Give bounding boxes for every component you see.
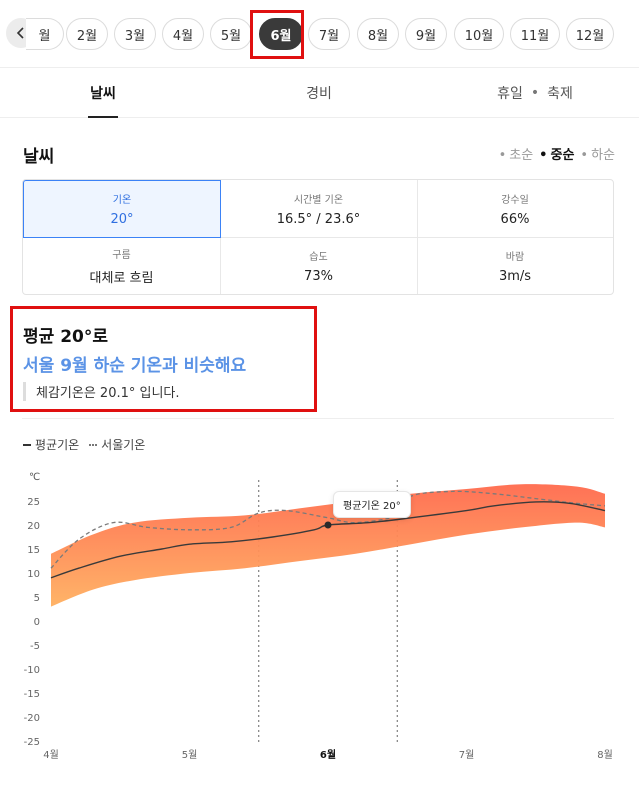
stat-value: 66%: [500, 211, 530, 227]
stat-label: 구름: [112, 249, 131, 261]
month-pill-2[interactable]: 2월: [66, 18, 108, 50]
stat-label: 습도: [309, 251, 328, 263]
month-pill-10[interactable]: 10월: [454, 18, 504, 50]
y-axis-unit: ℃: [29, 472, 40, 483]
y-tick-label: -5: [30, 641, 40, 652]
month-pill-11[interactable]: 11월: [510, 18, 560, 50]
stat-label: 기온: [112, 195, 132, 206]
tab-holiday-festival[interactable]: 휴일 • 축제: [460, 68, 610, 118]
highlight-point: [324, 521, 332, 529]
y-tick-label: -25: [24, 737, 40, 748]
y-tick-label: -10: [24, 665, 40, 676]
stat-cloud[interactable]: 구름 대체로 흐림: [23, 237, 220, 294]
period-late[interactable]: • 하순: [580, 144, 615, 163]
chart-legend: 평균기온 서울기온: [23, 436, 145, 453]
y-tick-label: -15: [24, 689, 40, 700]
stat-value: 20°: [110, 212, 134, 227]
period-mid[interactable]: • 중순: [539, 144, 574, 163]
month-pill-6[interactable]: 6월: [259, 18, 303, 50]
month-pill-9[interactable]: 9월: [405, 18, 447, 50]
category-tabs: 날씨 경비 휴일 • 축제: [0, 68, 639, 118]
weather-section-title: 날씨: [23, 147, 55, 167]
stat-rain-days[interactable]: 강수일 66%: [417, 180, 613, 237]
month-pill-3[interactable]: 3월: [114, 18, 156, 50]
month-pill-1[interactable]: 월: [26, 18, 64, 50]
tab-separator-dot: •: [530, 85, 540, 101]
month-selector: 월 2월 3월 4월 5월 6월 7월 8월 9월 10월 11월 12월: [0, 0, 639, 68]
y-tick-label: 5: [34, 593, 40, 604]
tab-weather[interactable]: 날씨: [40, 68, 166, 118]
legend-label: 서울기온: [101, 438, 146, 452]
y-tick-label: 25: [27, 497, 40, 508]
tab-holiday-label: 휴일: [497, 86, 523, 102]
stat-value: 3m/s: [498, 268, 532, 284]
legend-item-average: 평균기온: [23, 436, 79, 453]
legend-label: 평균기온: [35, 438, 80, 452]
stat-temperature[interactable]: 기온 20°: [23, 180, 221, 238]
month-pill-7[interactable]: 7월: [308, 18, 350, 50]
period-switch: • 초순 • 중순 • 하순: [499, 144, 615, 163]
summary-average: 평균 20°로: [23, 327, 108, 347]
period-early[interactable]: • 초순: [499, 144, 534, 163]
stat-value: 대체로 흐림: [89, 270, 154, 286]
stat-label: 바람: [505, 251, 525, 263]
y-tick-label: 10: [27, 569, 40, 580]
x-tick-label: 7월: [459, 749, 475, 760]
x-tick-label: 8월: [597, 749, 613, 760]
legend-item-seoul: 서울기온: [89, 436, 145, 453]
section-divider: [22, 418, 614, 419]
stat-humidity[interactable]: 습도 73%: [220, 237, 417, 294]
summary-feels-like: 체감기온은 20.1° 입니다.: [23, 382, 303, 401]
stat-label: 시간별 기온: [293, 194, 344, 206]
month-pill-12[interactable]: 12월: [566, 18, 614, 50]
legend-marker-dashed: [89, 443, 98, 446]
x-tick-label: 6월: [320, 749, 336, 760]
y-tick-label: -20: [24, 713, 40, 724]
stat-label: 강수일: [501, 194, 529, 206]
tab-active-underline: [88, 116, 118, 118]
y-tick-label: 20: [27, 521, 40, 532]
tab-cost[interactable]: 경비: [256, 68, 382, 118]
month-pill-8[interactable]: 8월: [357, 18, 399, 50]
temperature-chart: ℃ 25 20 15 10 5 0 -5 -10 -15 -20 -254월 5월 6월 7월 8월: [24, 472, 613, 760]
summary-comparison: 서울 9월 하순 기온과 비슷해요: [23, 356, 247, 376]
weather-stats-grid: 기온 20° 시간별 기온 16.5° / 23.6° 강수일 66% 구름 대…: [22, 179, 614, 295]
stat-value: 16.5° / 23.6°: [276, 211, 361, 227]
x-tick-label: 4월: [43, 749, 59, 760]
y-tick-label: 0: [34, 617, 40, 628]
tab-festival-label: 축제: [547, 86, 573, 102]
month-pill-5[interactable]: 5월: [210, 18, 252, 50]
y-tick-label: 15: [27, 545, 40, 556]
legend-marker-solid: [23, 443, 31, 446]
stat-wind[interactable]: 바람 3m/s: [417, 237, 613, 294]
chart-tooltip: 평균기온 20°: [333, 491, 411, 518]
month-pill-4[interactable]: 4월: [162, 18, 204, 50]
stat-hourly-temp[interactable]: 시간별 기온 16.5° / 23.6°: [220, 180, 417, 237]
x-tick-label: 5월: [182, 749, 198, 760]
stat-value: 73%: [304, 268, 333, 284]
temperature-summary: 평균 20°로 서울 9월 하순 기온과 비슷해요 체감기온은 20.1° 입니…: [23, 322, 247, 401]
